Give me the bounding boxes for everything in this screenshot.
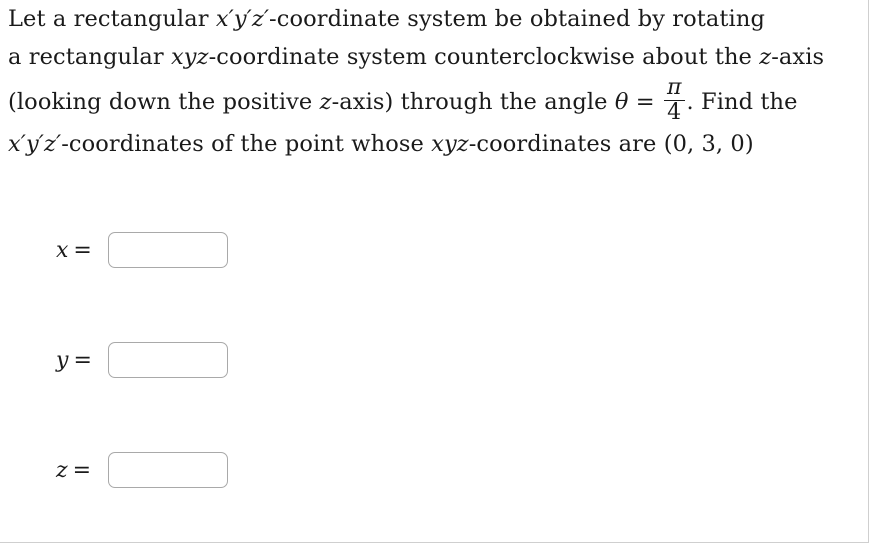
line2-segment-a: a rectangular — [8, 44, 171, 70]
line4-segment-b: -coordinates are — [468, 130, 664, 157]
line2-xyz-symbol: xyz — [171, 44, 209, 70]
line3-z-symbol: z — [319, 88, 332, 115]
answer-fields: x = y = z = — [0, 214, 880, 544]
answer-variable-z: z — [56, 458, 68, 483]
answer-row-z: z = — [0, 434, 880, 544]
answer-input-z[interactable] — [108, 452, 228, 488]
line2-segment-b: -coordinate system counterclockwise abou… — [208, 44, 760, 70]
line1-primed-coordinate-symbol: x′y′z′ — [215, 6, 270, 32]
answer-equals-x: = — [73, 238, 92, 263]
line4-primed-coordinate-symbol: x′y′z′ — [8, 130, 62, 157]
problem-line-2: a rectangular xyz-coordinate system coun… — [8, 38, 864, 76]
pi-over-four-fraction: π4 — [663, 75, 685, 126]
fraction-numerator: π — [666, 75, 682, 100]
problem-statement: Let a rectangular x′y′z′-coordinate syst… — [8, 0, 864, 163]
line1-segment-b: -coordinate system be obtained by rotati… — [269, 6, 765, 32]
problem-line-1: Let a rectangular x′y′z′-coordinate syst… — [8, 0, 864, 38]
equals-sign: = — [628, 88, 662, 115]
problem-line-4: x′y′z′-coordinates of the point whose xy… — [8, 125, 864, 163]
page-bottom-divider — [0, 542, 869, 543]
answer-equals-z: = — [72, 458, 92, 483]
line4-xyz-symbol: xyz — [431, 130, 469, 157]
answer-label-z: z = — [56, 458, 91, 483]
theta-symbol: θ — [614, 88, 629, 115]
line3-segment-b: -axis) through the angle — [331, 88, 615, 115]
answer-row-y: y = — [0, 324, 880, 434]
line2-z-symbol: z — [759, 44, 772, 70]
fraction-denominator: 4 — [667, 100, 682, 126]
answer-label-y: y = — [56, 348, 92, 373]
answer-input-x[interactable] — [108, 232, 228, 268]
page-right-border — [868, 0, 869, 543]
line4-segment-a: -coordinates of the point whose — [61, 130, 432, 157]
answer-input-y[interactable] — [108, 342, 228, 378]
line2-segment-c: -axis — [771, 44, 825, 70]
line3-segment-c: . Find the — [686, 88, 798, 115]
answer-variable-y: y — [56, 348, 69, 373]
answer-label-x: x = — [56, 238, 92, 263]
line1-segment-a: Let a rectangular — [8, 6, 216, 32]
answer-row-x: x = — [0, 214, 880, 324]
answer-variable-x: x — [56, 238, 69, 263]
answer-equals-y: = — [73, 348, 92, 373]
given-point-value: (0, 3, 0) — [663, 130, 754, 157]
problem-line-3: (looking down the positive z-axis) throu… — [8, 76, 864, 125]
line3-segment-a: (looking down the positive — [8, 88, 320, 115]
